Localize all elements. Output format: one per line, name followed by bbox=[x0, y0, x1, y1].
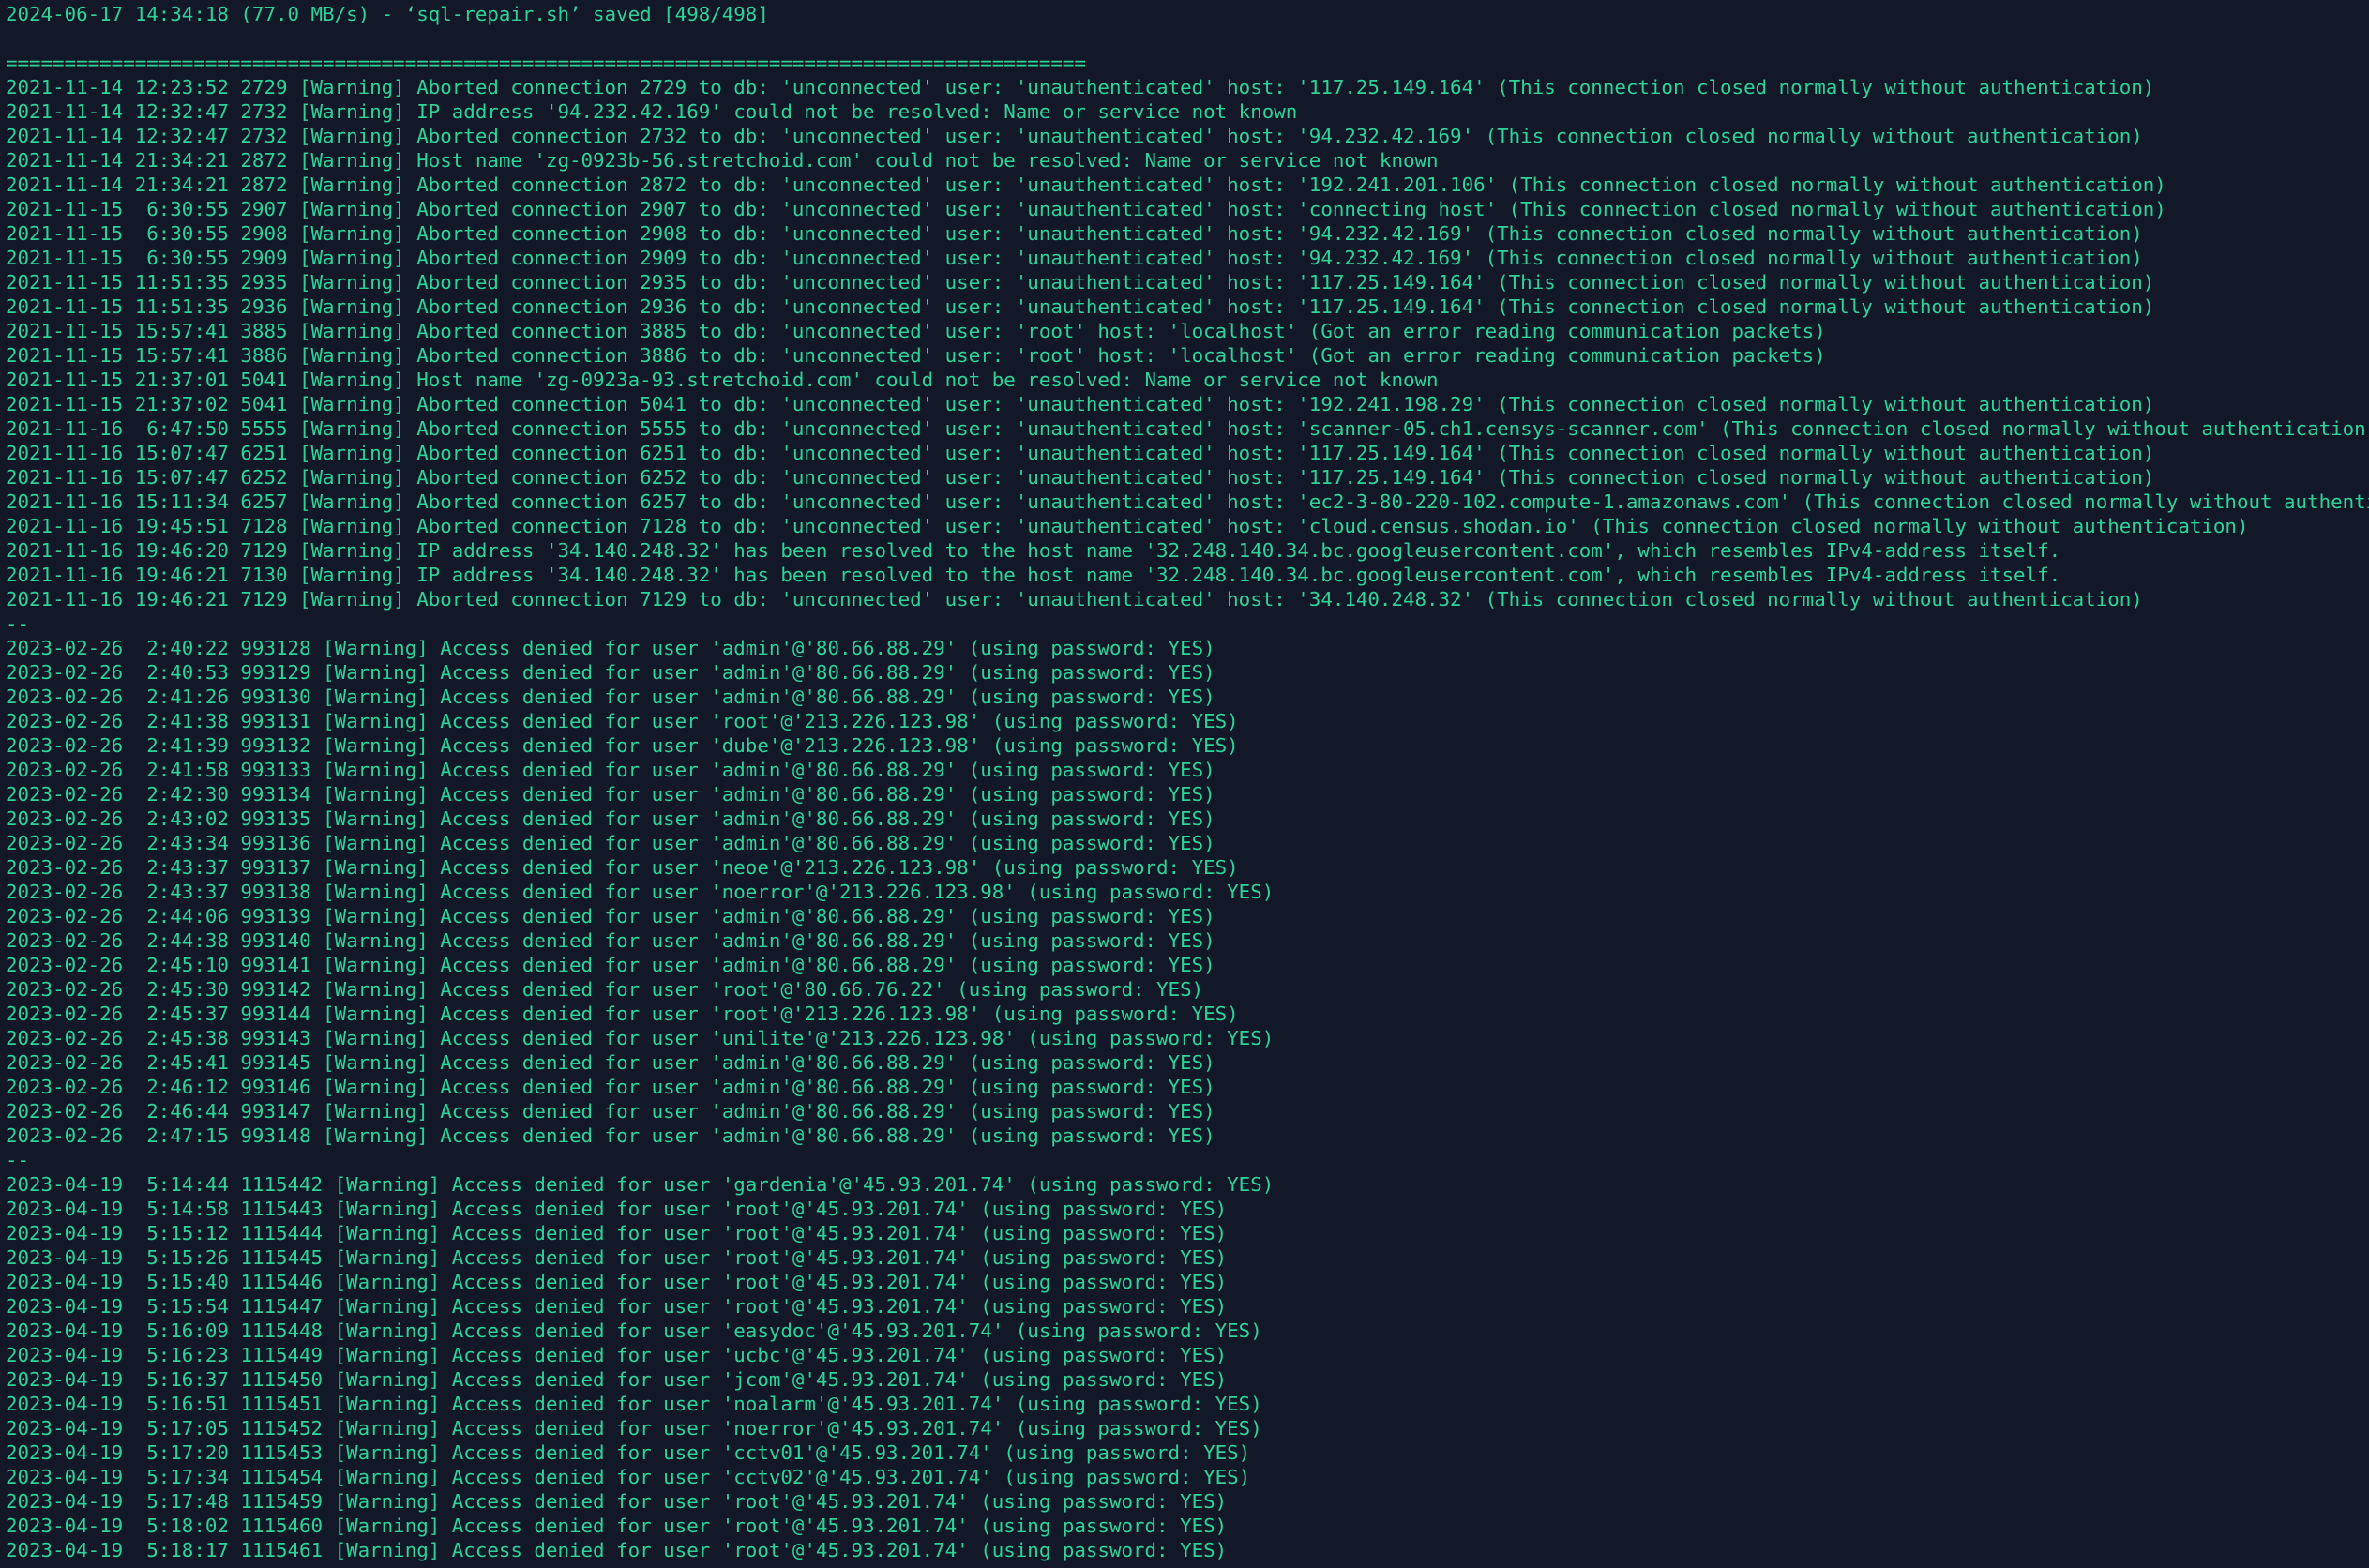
terminal-line: 2023-02-26 2:40:53 993129 [Warning] Acce… bbox=[6, 661, 1215, 684]
terminal-line: 2021-11-14 12:23:52 2729 [Warning] Abort… bbox=[6, 76, 2155, 98]
terminal-line: 2023-02-26 2:43:02 993135 [Warning] Acce… bbox=[6, 807, 1215, 830]
terminal-line: 2023-02-26 2:44:38 993140 [Warning] Acce… bbox=[6, 929, 1215, 952]
terminal-line: 2021-11-16 15:07:47 6252 [Warning] Abort… bbox=[6, 466, 2155, 489]
terminal-line: 2024-06-17 14:34:18 (77.0 MB/s) - ‘sql-r… bbox=[6, 3, 769, 25]
terminal-line: 2023-04-19 5:16:37 1115450 [Warning] Acc… bbox=[6, 1368, 1228, 1391]
terminal-line: 2023-02-26 2:46:44 993147 [Warning] Acce… bbox=[6, 1100, 1215, 1123]
terminal-line: ========================================… bbox=[6, 52, 1086, 74]
terminal-line: 2021-11-16 19:46:21 7129 [Warning] Abort… bbox=[6, 588, 2143, 611]
terminal-line: 2023-04-19 5:15:26 1115445 [Warning] Acc… bbox=[6, 1246, 1228, 1269]
terminal-line: 2023-04-19 5:14:58 1115443 [Warning] Acc… bbox=[6, 1198, 1228, 1220]
terminal-output[interactable]: 2024-06-17 14:34:18 (77.0 MB/s) - ‘sql-r… bbox=[0, 0, 2369, 1568]
terminal-line: 2021-11-15 21:37:02 5041 [Warning] Abort… bbox=[6, 393, 2155, 415]
terminal-line: 2023-04-19 5:17:05 1115452 [Warning] Acc… bbox=[6, 1417, 1262, 1440]
terminal-line: 2023-02-26 2:44:06 993139 [Warning] Acce… bbox=[6, 905, 1215, 927]
terminal-line: 2023-02-26 2:43:37 993138 [Warning] Acce… bbox=[6, 881, 1275, 903]
terminal-line: 2023-04-19 5:18:17 1115461 [Warning] Acc… bbox=[6, 1539, 1228, 1561]
terminal-line: 2021-11-16 15:07:47 6251 [Warning] Abort… bbox=[6, 442, 2155, 464]
terminal-line: 2021-11-15 21:37:01 5041 [Warning] Host … bbox=[6, 369, 1439, 391]
terminal-line: 2023-04-19 5:18:02 1115460 [Warning] Acc… bbox=[6, 1515, 1228, 1537]
terminal-line: 2023-02-26 2:42:30 993134 [Warning] Acce… bbox=[6, 783, 1215, 806]
terminal-line: 2021-11-16 19:45:51 7128 [Warning] Abort… bbox=[6, 515, 2249, 537]
terminal-line: 2021-11-14 21:34:21 2872 [Warning] Host … bbox=[6, 149, 1439, 172]
terminal-line: 2023-04-19 5:15:40 1115446 [Warning] Acc… bbox=[6, 1271, 1228, 1293]
terminal-line: 2023-02-26 2:45:41 993145 [Warning] Acce… bbox=[6, 1051, 1215, 1074]
terminal-line: 2021-11-16 6:47:50 5555 [Warning] Aborte… bbox=[6, 417, 2369, 440]
terminal-line: 2023-04-19 5:17:34 1115454 [Warning] Acc… bbox=[6, 1466, 1251, 1488]
terminal-line: 2023-04-19 5:16:23 1115449 [Warning] Acc… bbox=[6, 1344, 1228, 1366]
terminal-line: 2023-04-19 5:17:48 1115459 [Warning] Acc… bbox=[6, 1490, 1228, 1513]
terminal-line: 2021-11-16 19:46:20 7129 [Warning] IP ad… bbox=[6, 539, 2061, 562]
terminal-line: 2023-02-26 2:45:37 993144 [Warning] Acce… bbox=[6, 1003, 1239, 1025]
terminal-line: 2023-02-26 2:47:15 993148 [Warning] Acce… bbox=[6, 1124, 1215, 1147]
terminal-line: 2021-11-15 11:51:35 2935 [Warning] Abort… bbox=[6, 271, 2155, 294]
terminal-line: 2023-02-26 2:41:38 993131 [Warning] Acce… bbox=[6, 710, 1239, 732]
terminal-line: 2023-04-19 5:15:54 1115447 [Warning] Acc… bbox=[6, 1295, 1228, 1318]
terminal-line: 2021-11-15 11:51:35 2936 [Warning] Abort… bbox=[6, 295, 2155, 318]
terminal-line: 2021-11-15 6:30:55 2908 [Warning] Aborte… bbox=[6, 222, 2143, 245]
terminal-line: 2023-02-26 2:43:37 993137 [Warning] Acce… bbox=[6, 856, 1239, 879]
terminal-line: 2021-11-14 12:32:47 2732 [Warning] Abort… bbox=[6, 125, 2143, 147]
terminal-line: 2021-11-16 15:11:34 6257 [Warning] Abort… bbox=[6, 490, 2369, 513]
terminal-line: 2021-11-14 21:34:21 2872 [Warning] Abort… bbox=[6, 173, 2166, 196]
terminal-line: 2021-11-15 6:30:55 2909 [Warning] Aborte… bbox=[6, 247, 2143, 269]
terminal-line: 2023-02-26 2:45:10 993141 [Warning] Acce… bbox=[6, 954, 1215, 976]
terminal-line: 2023-02-26 2:40:22 993128 [Warning] Acce… bbox=[6, 637, 1215, 659]
terminal-line: 2023-04-19 5:17:20 1115453 [Warning] Acc… bbox=[6, 1441, 1251, 1464]
terminal-line: 2021-11-15 15:57:41 3886 [Warning] Abort… bbox=[6, 344, 1826, 367]
terminal-line: 2023-02-26 2:43:34 993136 [Warning] Acce… bbox=[6, 832, 1215, 854]
terminal-line: 2023-02-26 2:45:30 993142 [Warning] Acce… bbox=[6, 978, 1204, 1001]
terminal-line: 2023-04-19 5:14:44 1115442 [Warning] Acc… bbox=[6, 1173, 1275, 1196]
terminal-line: 2021-11-15 15:57:41 3885 [Warning] Abort… bbox=[6, 320, 1826, 342]
terminal-line: 2023-02-26 2:46:12 993146 [Warning] Acce… bbox=[6, 1076, 1215, 1098]
terminal-line: -- bbox=[6, 1149, 30, 1171]
terminal-line: 2021-11-14 12:32:47 2732 [Warning] IP ad… bbox=[6, 100, 1298, 123]
terminal-line: 2023-02-26 2:41:26 993130 [Warning] Acce… bbox=[6, 686, 1215, 708]
terminal-line: -- bbox=[6, 612, 30, 635]
terminal-line: 2023-02-26 2:41:58 993133 [Warning] Acce… bbox=[6, 759, 1215, 781]
terminal-line: 2023-04-19 5:16:51 1115451 [Warning] Acc… bbox=[6, 1393, 1262, 1415]
terminal-line: 2023-04-19 5:16:09 1115448 [Warning] Acc… bbox=[6, 1319, 1262, 1342]
terminal-line: 2023-02-26 2:41:39 993132 [Warning] Acce… bbox=[6, 734, 1239, 757]
terminal-line: 2023-04-19 5:15:12 1115444 [Warning] Acc… bbox=[6, 1222, 1228, 1244]
terminal-line: 2021-11-15 6:30:55 2907 [Warning] Aborte… bbox=[6, 198, 2166, 220]
terminal-line: 2023-02-26 2:45:38 993143 [Warning] Acce… bbox=[6, 1027, 1275, 1049]
terminal-line: 2021-11-16 19:46:21 7130 [Warning] IP ad… bbox=[6, 564, 2061, 586]
